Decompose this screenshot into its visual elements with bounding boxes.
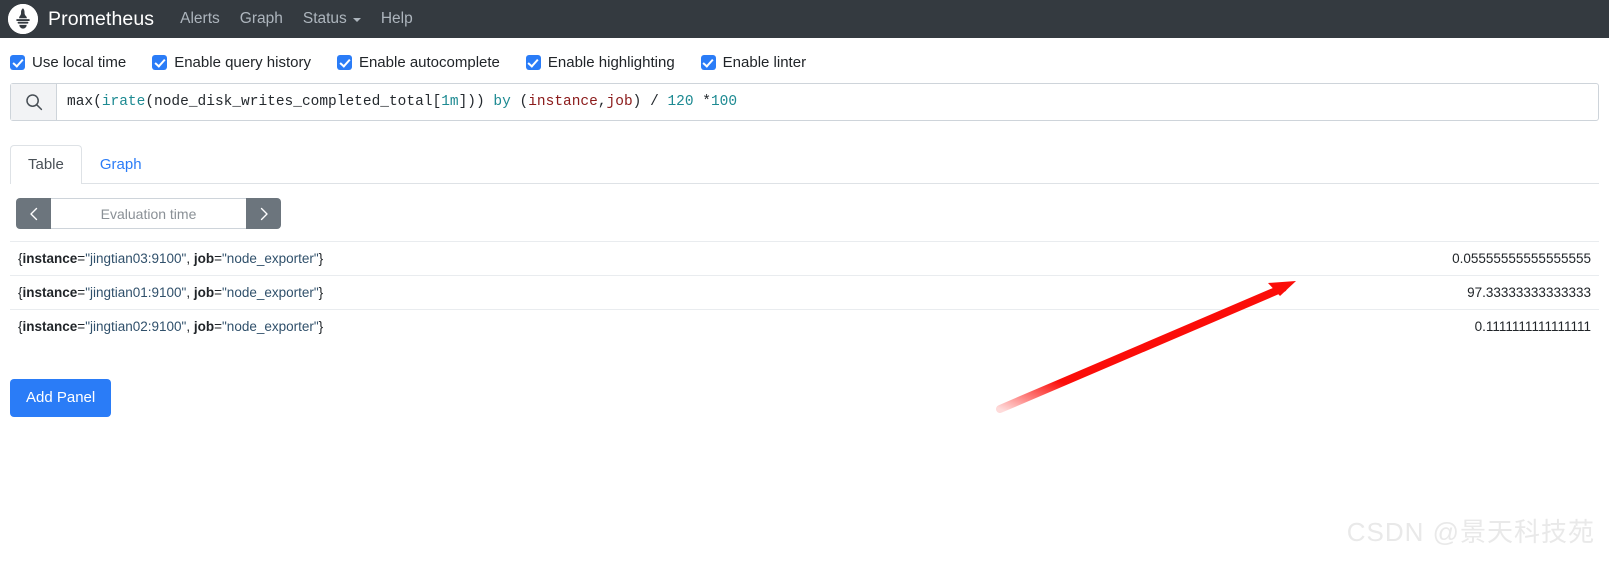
- evaluation-time-group: Evaluation time: [16, 198, 281, 229]
- tab-graph-label: Graph: [99, 156, 142, 173]
- chevron-down-icon: [352, 18, 361, 22]
- option-enable-highlighting-label: Enable highlighting: [547, 54, 675, 71]
- table-row: {instance="jingtian03:9100", job="node_e…: [10, 241, 1599, 276]
- brand-link[interactable]: Prometheus: [8, 4, 154, 34]
- nav-item-help-label: Help: [380, 10, 413, 27]
- metric-separator: ,: [186, 319, 194, 334]
- metric-label-name: job: [193, 285, 215, 300]
- metric-close-brace: }: [318, 285, 324, 300]
- expression-input[interactable]: max(irate (node_disk_writes_completed_tot…: [57, 84, 1598, 120]
- checkbox-enable-query-history[interactable]: [152, 55, 168, 70]
- checkbox-enable-autocomplete[interactable]: [336, 55, 352, 70]
- expr-token-4: 1m: [441, 94, 459, 110]
- expr-token-10: job: [606, 94, 633, 110]
- watermark: CSDN @景天科技苑: [1346, 517, 1595, 547]
- expr-token-3: (node_disk_writes_completed_total[: [145, 94, 442, 110]
- table-row: {instance="jingtian01:9100", job="node_e…: [10, 275, 1599, 310]
- metric-label-value: "node_exporter": [222, 251, 319, 266]
- expr-token-5: ])): [458, 94, 494, 110]
- expr-token-11: ): [632, 94, 651, 110]
- nav-item-status[interactable]: Status: [303, 10, 361, 28]
- expr-token-12: /: [650, 94, 659, 110]
- query-options-row: Use local time Enable query history Enab…: [0, 38, 1609, 83]
- metric-label-value: "jingtian02:9100": [85, 319, 187, 334]
- option-enable-query-history-label: Enable query history: [174, 54, 311, 71]
- expr-token-0: max: [67, 94, 94, 110]
- tab-graph[interactable]: Graph: [82, 145, 160, 184]
- metric-label-name: instance: [22, 251, 78, 266]
- option-enable-linter-label: Enable linter: [722, 54, 807, 71]
- option-enable-linter[interactable]: Enable linter: [700, 54, 807, 71]
- evaluation-time-row: Evaluation time: [0, 184, 1609, 229]
- query-result-body: {instance="jingtian03:9100", job="node_e…: [10, 241, 1599, 344]
- table-row: {instance="jingtian02:9100", job="node_e…: [10, 309, 1599, 344]
- metric-label-name: instance: [22, 285, 78, 300]
- metric-close-brace: }: [318, 319, 324, 334]
- add-panel-button[interactable]: Add Panel: [10, 379, 112, 417]
- metric-label-value: "jingtian03:9100": [85, 251, 187, 266]
- expr-token-17: 100: [710, 94, 738, 110]
- chevron-right-icon[interactable]: [246, 198, 281, 229]
- expr-token-1: (: [93, 94, 102, 110]
- metric-label-equals: =: [77, 251, 86, 266]
- metric-label-name: instance: [22, 319, 78, 334]
- option-use-local-time[interactable]: Use local time: [10, 54, 126, 71]
- metric-separator: ,: [186, 251, 194, 266]
- nav-item-graph-label: Graph: [239, 10, 283, 27]
- option-enable-autocomplete-label: Enable autocomplete: [358, 54, 500, 71]
- option-enable-autocomplete[interactable]: Enable autocomplete: [336, 54, 500, 71]
- checkbox-enable-linter[interactable]: [700, 55, 716, 70]
- option-enable-query-history[interactable]: Enable query history: [152, 54, 311, 71]
- query-bar[interactable]: max(irate (node_disk_writes_completed_tot…: [10, 83, 1599, 121]
- search-icon[interactable]: [11, 84, 57, 120]
- result-value-cell: 0.1111111111111111: [1474, 319, 1591, 334]
- expr-token-8: instance: [528, 94, 598, 110]
- metric-separator: ,: [186, 285, 194, 300]
- metric-label-name: job: [193, 251, 215, 266]
- nav-item-status-label: Status: [302, 10, 347, 27]
- expr-token-15: [694, 94, 703, 110]
- result-value-cell: 97.33333333333333: [1467, 285, 1591, 300]
- metric-label-name: job: [193, 319, 215, 334]
- expr-token-14: 120: [667, 94, 694, 110]
- metric-close-brace: }: [318, 251, 324, 266]
- checkbox-use-local-time[interactable]: [10, 55, 25, 70]
- nav-item-help[interactable]: Help: [381, 10, 413, 28]
- metric-label-value: "jingtian01:9100": [85, 285, 187, 300]
- expr-token-16: *: [702, 94, 711, 110]
- tab-table-label: Table: [28, 156, 64, 173]
- result-metric-cell: {instance="jingtian02:9100", job="node_e…: [10, 310, 805, 344]
- result-metric-cell: {instance="jingtian01:9100", job="node_e…: [10, 276, 805, 310]
- query-result-table: {instance="jingtian03:9100", job="node_e…: [10, 241, 1599, 343]
- metric-label-equals: =: [214, 251, 223, 266]
- expr-token-7: (: [510, 94, 529, 110]
- evaluation-time-input[interactable]: Evaluation time: [51, 198, 246, 229]
- top-navbar: Prometheus Alerts Graph Status Help: [0, 0, 1609, 38]
- option-enable-highlighting[interactable]: Enable highlighting: [525, 54, 675, 71]
- option-use-local-time-label: Use local time: [32, 54, 127, 71]
- result-value-cell: 0.05555555555555555: [1452, 251, 1591, 266]
- tab-table[interactable]: Table: [10, 145, 82, 184]
- metric-label-equals: =: [77, 319, 86, 334]
- nav-item-alerts[interactable]: Alerts: [180, 10, 220, 28]
- expr-token-6: by: [493, 94, 511, 110]
- metric-label-equals: =: [214, 319, 223, 334]
- result-tabs: Table Graph: [10, 143, 1599, 184]
- checkbox-enable-highlighting[interactable]: [525, 55, 541, 70]
- metric-label-value: "node_exporter": [222, 319, 319, 334]
- metric-label-equals: =: [77, 285, 86, 300]
- brand-title: Prometheus: [48, 7, 155, 30]
- nav-item-alerts-label: Alerts: [180, 10, 220, 27]
- expr-token-13: [659, 94, 668, 110]
- chevron-left-icon[interactable]: [16, 198, 51, 229]
- expr-token-9: ,: [597, 94, 607, 110]
- metric-label-value: "node_exporter": [222, 285, 319, 300]
- nav-item-graph[interactable]: Graph: [240, 10, 283, 28]
- result-metric-cell: {instance="jingtian03:9100", job="node_e…: [10, 242, 805, 276]
- metric-label-equals: =: [214, 285, 223, 300]
- expr-token-2: irate: [101, 94, 146, 110]
- prometheus-logo-icon: [8, 4, 38, 34]
